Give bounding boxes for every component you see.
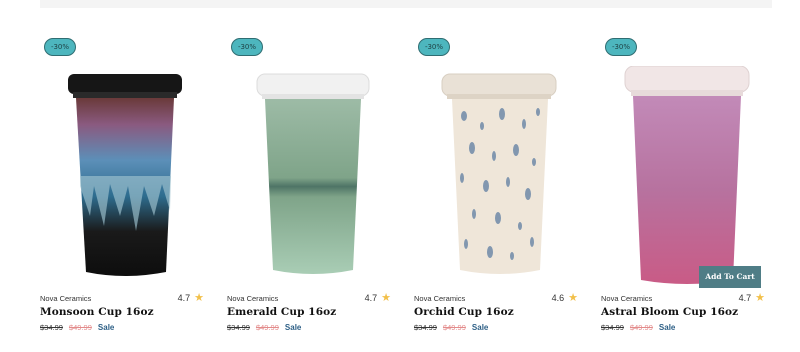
old-price: $49.99 (629, 323, 653, 332)
price: $34.99 (414, 323, 437, 332)
rating: 4.7 ★ (177, 291, 204, 304)
discount-badge: -30% (231, 38, 263, 56)
product-image-emerald-cup[interactable] (215, 66, 391, 292)
price: $34.99 (40, 323, 63, 332)
product-card[interactable]: -30% Nova Ceramics 4.6 ★ Orchid Cup 16oz… (402, 30, 578, 340)
sale-label: Sale (97, 323, 115, 332)
star-icon: ★ (755, 291, 765, 304)
brand-label: Nova Ceramics (227, 294, 279, 303)
old-price: $49.99 (255, 323, 279, 332)
rating: 4.7 ★ (364, 291, 391, 304)
discount-badge: -30% (44, 38, 76, 56)
product-image-astral-bloom-cup[interactable] (589, 66, 765, 292)
product-grid: -30% Nova Ceramics 4.7 ★ Monsoon Cup 16o… (28, 30, 788, 340)
rating-value: 4.6 (551, 293, 565, 303)
discount-badge: -30% (418, 38, 450, 56)
rating-value: 4.7 (364, 293, 378, 303)
brand-label: Nova Ceramics (414, 294, 466, 303)
sale-label: Sale (284, 323, 302, 332)
sale-label: Sale (658, 323, 676, 332)
old-price: $49.99 (442, 323, 466, 332)
product-name[interactable]: Astral Bloom Cup 16oz (601, 306, 738, 318)
star-icon: ★ (381, 291, 391, 304)
price: $34.99 (227, 323, 250, 332)
product-card[interactable]: -30% Nova Ceramics 4.7 ★ Monsoon Cup 16o… (28, 30, 204, 340)
brand-label: Nova Ceramics (601, 294, 653, 303)
brand-label: Nova Ceramics (40, 294, 92, 303)
product-name[interactable]: Emerald Cup 16oz (227, 306, 336, 318)
product-card[interactable]: -30% Nova Ceramics 4.7 ★ Emerald Cup 16o… (215, 30, 391, 340)
top-divider-strip (40, 0, 772, 8)
price-row: $34.99 $49.99 Sale (414, 323, 488, 332)
product-name[interactable]: Orchid Cup 16oz (414, 306, 514, 318)
product-name[interactable]: Monsoon Cup 16oz (40, 306, 154, 318)
product-image-orchid-cup[interactable] (402, 66, 578, 292)
rating: 4.6 ★ (551, 291, 578, 304)
star-icon: ★ (568, 291, 578, 304)
rating-value: 4.7 (738, 293, 752, 303)
discount-badge: -30% (605, 38, 637, 56)
old-price: $49.99 (68, 323, 92, 332)
rating: 4.7 ★ (738, 291, 765, 304)
product-image-monsoon-cup[interactable] (28, 66, 204, 292)
rating-value: 4.7 (177, 293, 191, 303)
price-row: $34.99 $49.99 Sale (601, 323, 675, 332)
price-row: $34.99 $49.99 Sale (227, 323, 301, 332)
add-to-cart-button[interactable]: Add To Cart (699, 266, 761, 288)
price: $34.99 (601, 323, 624, 332)
star-icon: ★ (194, 291, 204, 304)
sale-label: Sale (471, 323, 489, 332)
price-row: $34.99 $49.99 Sale (40, 323, 114, 332)
product-card[interactable]: -30% Add To Cart Nova Ceramics 4.7 ★ Ast… (589, 30, 765, 340)
